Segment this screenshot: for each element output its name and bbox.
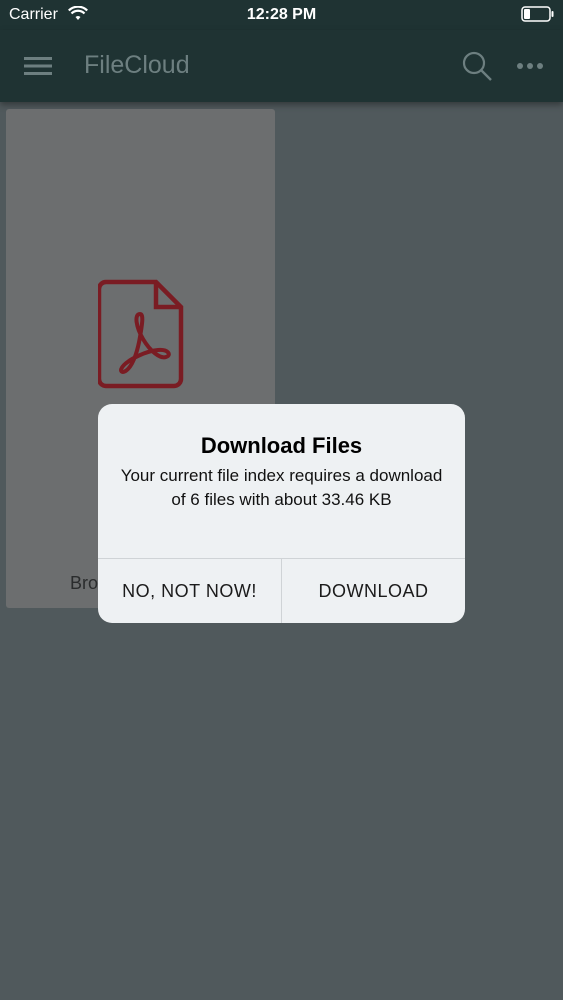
more-icon[interactable] — [516, 58, 544, 74]
file-name-label: Bro — [70, 573, 99, 593]
app-title: FileCloud — [84, 51, 190, 79]
download-dialog: Download Files Your current file index r… — [98, 404, 465, 623]
status-bar: Carrier 12:28 PM — [0, 0, 563, 30]
not-now-button[interactable]: NO, NOT NOW! — [98, 559, 281, 623]
dialog-title: Download Files — [200, 433, 363, 458]
status-time: 12:28 PM — [246, 6, 317, 23]
battery-icon — [521, 6, 554, 22]
pdf-icon — [98, 279, 184, 389]
app-bar: FileCloud — [0, 30, 563, 102]
search-icon[interactable] — [461, 50, 493, 82]
dialog-message: Your current file index requires a downl… — [120, 466, 443, 509]
download-button[interactable]: DOWNLOAD — [282, 559, 465, 623]
menu-icon[interactable] — [24, 54, 52, 78]
